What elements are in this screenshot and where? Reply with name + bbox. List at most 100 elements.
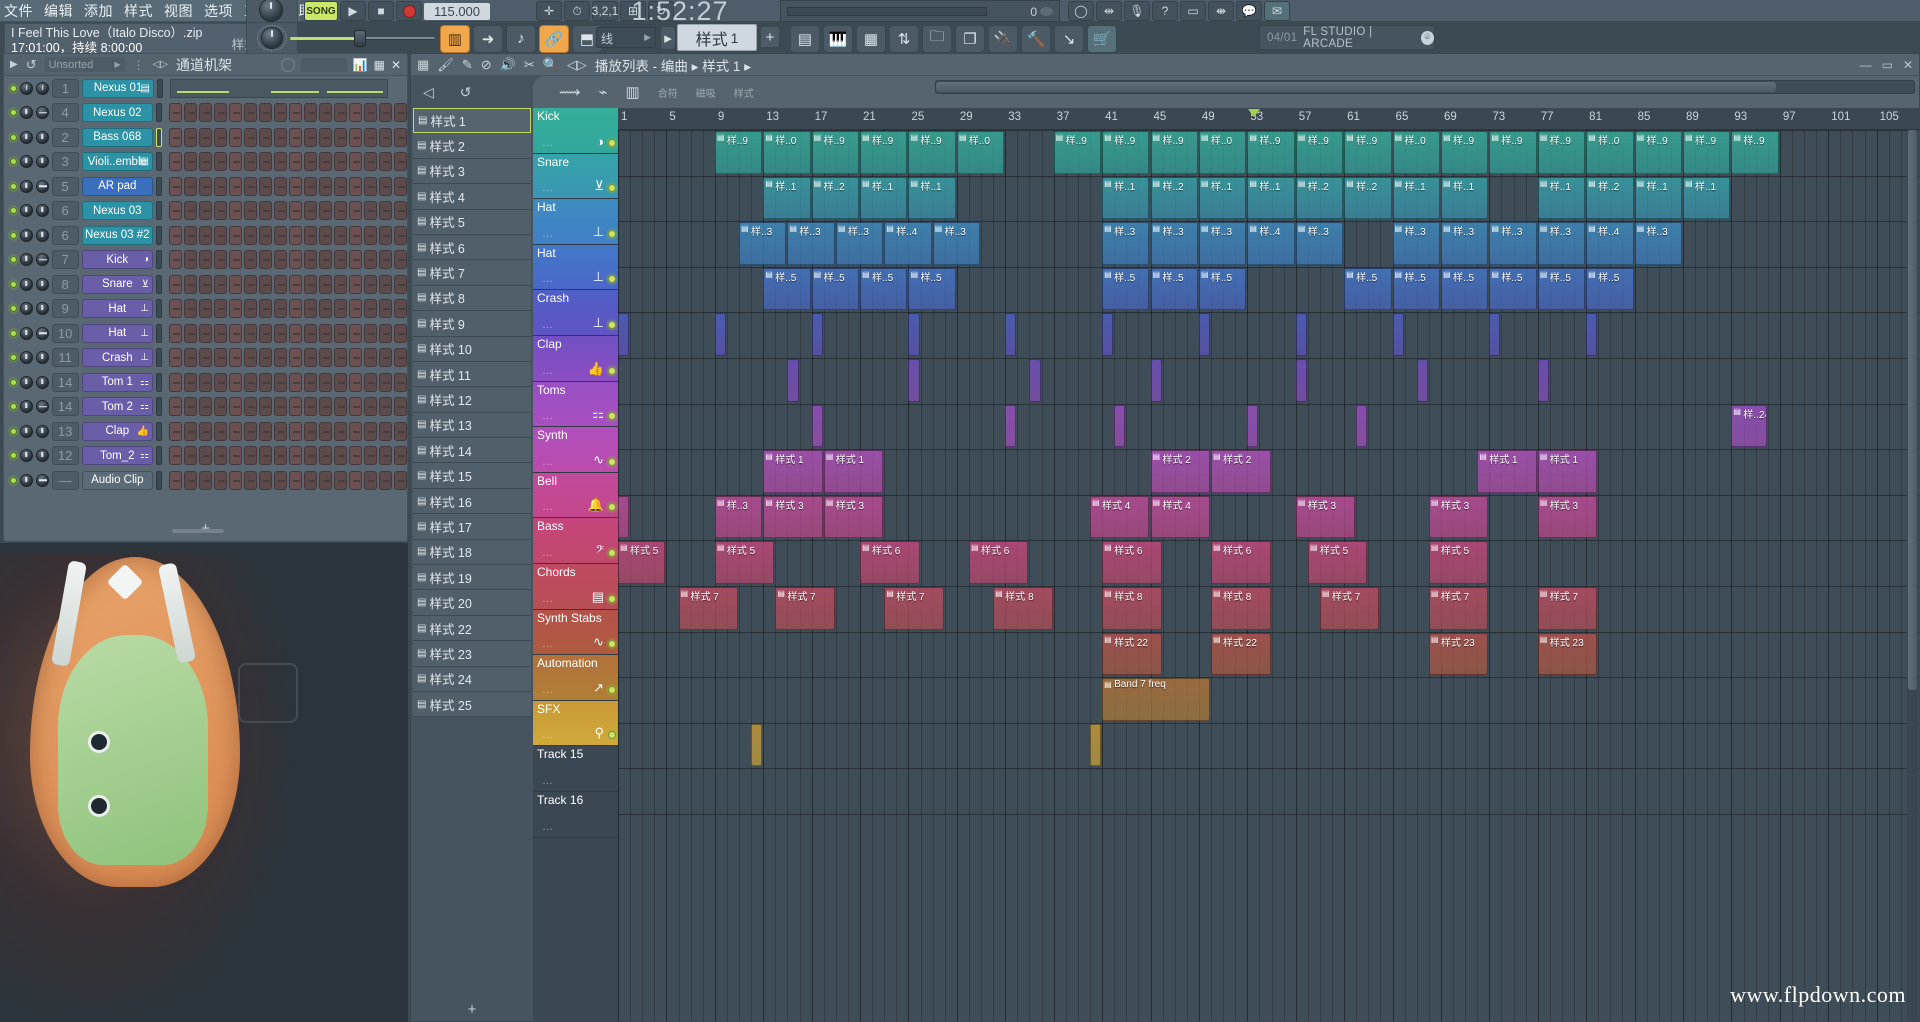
step-button[interactable] [393, 274, 407, 294]
channel-volume-knob[interactable] [35, 253, 49, 267]
channel-number[interactable]: 8 [51, 274, 79, 294]
track-header[interactable]: Hat … ⊥ [533, 199, 618, 245]
add-channel-button[interactable]: + [201, 520, 210, 537]
playlist-clip[interactable]: ▤ 样..9 [1683, 131, 1731, 174]
step-sequencer[interactable] [168, 201, 407, 221]
track-enable-led[interactable] [608, 229, 616, 238]
step-button[interactable] [228, 225, 242, 245]
step-button[interactable] [243, 397, 257, 417]
step-button[interactable] [333, 446, 347, 466]
channel-pan-knob[interactable] [19, 253, 33, 267]
playlist-clip[interactable]: ▤ 样..5 [1537, 267, 1586, 311]
step-button[interactable] [198, 127, 212, 147]
step-button[interactable] [303, 103, 317, 123]
step-button[interactable] [183, 397, 197, 417]
track-menu-dots[interactable]: … [542, 501, 553, 513]
step-button[interactable] [363, 152, 377, 172]
channel-pan-knob[interactable] [19, 400, 33, 414]
playlist-clip[interactable]: ▤ 样..5 [811, 267, 860, 311]
step-button[interactable] [198, 201, 212, 221]
step-sequencer[interactable] [168, 372, 407, 392]
step-sequencer[interactable] [168, 127, 407, 147]
step-button[interactable] [183, 372, 197, 392]
step-button[interactable] [333, 299, 347, 319]
playlist-clip[interactable]: ▤ 样式 4 [1150, 495, 1210, 539]
step-button[interactable] [318, 127, 332, 147]
channel-volume-knob[interactable] [36, 81, 49, 95]
step-button[interactable] [168, 299, 182, 319]
step-button[interactable] [258, 103, 272, 123]
step-button[interactable] [333, 470, 347, 490]
step-button[interactable] [198, 323, 212, 343]
playlist-close-icon[interactable]: ✕ [1903, 58, 1913, 72]
step-button[interactable] [228, 127, 242, 147]
channel-enable-led[interactable] [10, 182, 17, 190]
pattern-list-item[interactable]: ▤ 样式 13 [413, 412, 531, 439]
step-button[interactable] [348, 348, 362, 368]
playlist-clip[interactable]: ▤ 样..3 [932, 222, 981, 265]
step-button[interactable] [213, 446, 227, 466]
step-button[interactable] [318, 201, 332, 221]
playhead-marker[interactable] [1248, 109, 1261, 117]
step-button[interactable] [303, 446, 317, 466]
stop-button[interactable]: ■ [368, 1, 394, 21]
channel-enable-led[interactable] [10, 452, 17, 460]
channel-row[interactable]: 11 Crash ⊥ [4, 346, 407, 371]
playlist-clip[interactable]: ▤ 样..9 [1150, 131, 1198, 174]
step-button[interactable] [363, 348, 377, 368]
step-sequencer[interactable] [168, 446, 407, 466]
step-button[interactable] [198, 225, 212, 245]
step-button[interactable] [393, 103, 407, 123]
audio-clip-icon[interactable]: ⟿ [559, 83, 581, 101]
playlist-clip[interactable]: ▤ 样..1 [1537, 176, 1586, 220]
step-button[interactable] [288, 201, 302, 221]
step-button[interactable] [258, 323, 272, 343]
channel-select-bar[interactable] [156, 250, 162, 270]
pattern-list-item[interactable]: ▤ 样式 24 [413, 666, 531, 692]
arrow-tool-icon[interactable]: ➜ [473, 24, 503, 53]
plugin-icon[interactable]: 🔌 [988, 24, 1018, 53]
playlist-mute-icon[interactable]: ⊘ [481, 57, 492, 73]
step-button[interactable] [183, 201, 197, 221]
step-sequencer[interactable] [168, 299, 407, 319]
track-enable-led[interactable] [608, 275, 616, 284]
step-sequencer[interactable] [168, 348, 407, 368]
menu-item-view[interactable]: 视图 [164, 1, 193, 21]
track-header[interactable]: Chords … ▤ [533, 563, 618, 610]
playlist-clip[interactable] [618, 313, 630, 356]
playlist-clip[interactable]: ▤ 样..9 [1295, 131, 1344, 174]
channel-pan-knob[interactable] [19, 204, 33, 218]
playlist-clip[interactable]: ▤ 样..9 [1489, 131, 1537, 174]
playlist-clip[interactable]: ▤ 样..9 [714, 131, 763, 174]
track-enable-led[interactable] [608, 184, 616, 193]
track-menu-dots[interactable]: … [542, 821, 553, 833]
playlist-clip[interactable]: ▤ 样式 6 [968, 541, 1029, 584]
step-button[interactable] [318, 421, 332, 441]
playlist-clip[interactable]: ▤ 样..0 [1198, 131, 1247, 174]
step-button[interactable] [198, 274, 212, 294]
tools-icon[interactable]: 🔨 [1021, 24, 1051, 53]
step-button[interactable] [258, 299, 272, 319]
step-button[interactable] [318, 397, 332, 417]
playlist-clip[interactable]: ▤ Band 7 freq [1102, 678, 1210, 721]
playlist-clip[interactable] [751, 723, 763, 767]
playlist-clip[interactable]: ▤ 样..3 [1537, 222, 1586, 265]
step-button[interactable] [348, 372, 362, 392]
step-button[interactable] [228, 421, 242, 441]
playlist-clip[interactable]: ▤ 样式 7 [1537, 587, 1598, 630]
channel-row[interactable]: 6 Nexus 03 [4, 199, 407, 224]
playlist-clip[interactable]: ▤ 样..5 [1440, 267, 1489, 311]
playlist-clip[interactable]: ▤ 样..0 [1586, 131, 1634, 174]
playlist-clip[interactable]: ▤ 样..1 [908, 176, 956, 220]
pattern-list-item[interactable]: ▤ 样式 5 [413, 209, 531, 235]
pattern-list-item[interactable]: ▤ 样式 10 [413, 336, 531, 362]
link-tool-icon[interactable]: 🔗 [539, 24, 569, 53]
channel-enable-led[interactable] [10, 207, 17, 215]
playlist-clip[interactable]: ▤ 样..4 [1586, 222, 1634, 265]
playlist-paint-icon[interactable]: ✎ [462, 57, 473, 73]
pattern-clip-icon[interactable]: ▥ [626, 83, 640, 101]
playlist-clip[interactable]: ▤ 样式 5 [1307, 541, 1368, 584]
step-button[interactable] [213, 323, 227, 343]
step-button[interactable] [228, 274, 242, 294]
playlist-clip[interactable] [908, 313, 920, 356]
